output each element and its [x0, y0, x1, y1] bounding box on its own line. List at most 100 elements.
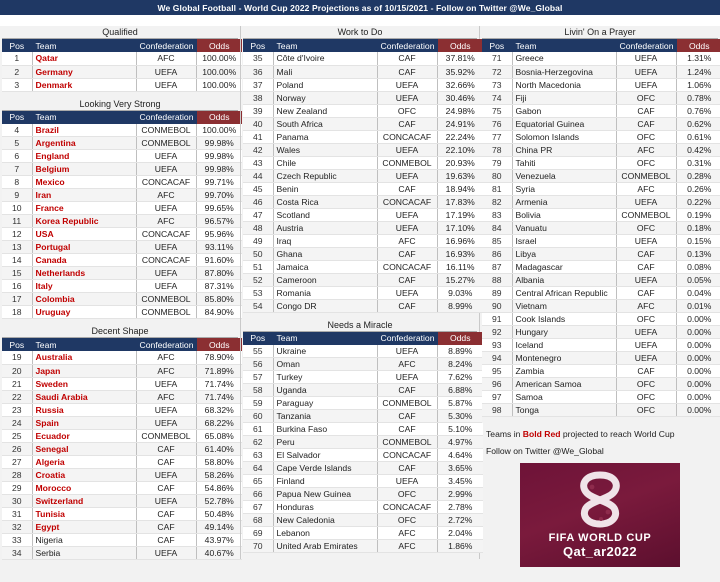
column-header-odds[interactable]: Odds: [196, 39, 242, 52]
table-row[interactable]: 25 Ecuador CONMEBOL 65.08%: [2, 429, 242, 443]
column-header-pos[interactable]: Pos: [482, 39, 513, 52]
table-row[interactable]: 13 Portugal UEFA 93.11%: [2, 240, 242, 254]
table-row[interactable]: 86 Libya CAF 0.13%: [482, 247, 720, 261]
table-row[interactable]: 54 Congo DR CAF 8.99%: [243, 299, 483, 313]
table-row[interactable]: 69 Lebanon AFC 2.04%: [243, 526, 483, 540]
column-header-team[interactable]: Team: [512, 39, 617, 52]
table-row[interactable]: 26 Senegal CAF 61.40%: [2, 442, 242, 456]
table-row[interactable]: 18 Uruguay CONMEBOL 84.90%: [2, 305, 242, 319]
table-row[interactable]: 90 Vietnam AFC 0.01%: [482, 299, 720, 313]
table-row[interactable]: 29 Morocco CAF 54.86%: [2, 481, 242, 495]
table-row[interactable]: 80 Venezuela CONMEBOL 0.28%: [482, 169, 720, 183]
table-row[interactable]: 95 Zambia CAF 0.00%: [482, 364, 720, 378]
table-row[interactable]: 5 Argentina CONMEBOL 99.98%: [2, 136, 242, 150]
column-header-pos[interactable]: Pos: [243, 39, 274, 52]
column-header-pos[interactable]: Pos: [243, 331, 274, 345]
table-row[interactable]: 59 Paraguay CONMEBOL 5.87%: [243, 396, 483, 410]
column-header-confederation[interactable]: Confederation: [616, 39, 677, 52]
table-row[interactable]: 38 Norway UEFA 30.46%: [243, 91, 483, 105]
table-row[interactable]: 78 China PR AFC 0.42%: [482, 143, 720, 157]
table-row[interactable]: 12 USA CONCACAF 95.96%: [2, 227, 242, 241]
table-row[interactable]: 42 Wales UEFA 22.10%: [243, 143, 483, 157]
table-row[interactable]: 9 Iran AFC 99.70%: [2, 188, 242, 202]
table-row[interactable]: 96 American Samoa OFC 0.00%: [482, 377, 720, 391]
table-row[interactable]: 32 Egypt CAF 49.14%: [2, 520, 242, 534]
table-row[interactable]: 16 Italy UEFA 87.31%: [2, 279, 242, 293]
column-header-confederation[interactable]: Confederation: [377, 331, 438, 345]
column-header-team[interactable]: Team: [32, 110, 137, 124]
table-row[interactable]: 2 Germany UEFA 100.00%: [2, 65, 242, 79]
table-row[interactable]: 74 Fiji OFC 0.78%: [482, 91, 720, 105]
table-row[interactable]: 49 Iraq AFC 16.96%: [243, 234, 483, 248]
table-row[interactable]: 37 Poland UEFA 32.66%: [243, 78, 483, 92]
table-row[interactable]: 71 Greece UEFA 1.31%: [482, 52, 720, 66]
table-row[interactable]: 11 Korea Republic AFC 96.57%: [2, 214, 242, 228]
table-row[interactable]: 4 Brazil CONMEBOL 100.00%: [2, 123, 242, 137]
column-header-team[interactable]: Team: [32, 338, 137, 351]
column-header-odds[interactable]: Odds: [196, 338, 242, 351]
table-row[interactable]: 82 Armenia UEFA 0.22%: [482, 195, 720, 209]
table-row[interactable]: 10 France UEFA 99.65%: [2, 201, 242, 215]
table-row[interactable]: 75 Gabon CAF 0.76%: [482, 104, 720, 118]
table-row[interactable]: 92 Hungary UEFA 0.00%: [482, 325, 720, 339]
table-row[interactable]: 7 Belgium UEFA 99.98%: [2, 162, 242, 176]
table-row[interactable]: 68 New Caledonia OFC 2.72%: [243, 513, 483, 527]
table-row[interactable]: 20 Japan AFC 71.89%: [2, 364, 242, 378]
table-row[interactable]: 23 Russia UEFA 68.32%: [2, 403, 242, 417]
table-row[interactable]: 24 Spain UEFA 68.22%: [2, 416, 242, 430]
column-header-odds[interactable]: Odds: [676, 39, 720, 52]
column-header-team[interactable]: Team: [273, 39, 378, 52]
column-header-confederation[interactable]: Confederation: [136, 39, 197, 52]
column-header-team[interactable]: Team: [32, 39, 137, 52]
table-row[interactable]: 91 Cook Islands OFC 0.00%: [482, 312, 720, 326]
table-row[interactable]: 60 Tanzania CAF 5.30%: [243, 409, 483, 423]
table-row[interactable]: 63 El Salvador CONCACAF 4.64%: [243, 448, 483, 462]
column-header-team[interactable]: Team: [273, 331, 378, 345]
table-row[interactable]: 73 North Macedonia UEFA 1.06%: [482, 78, 720, 92]
table-row[interactable]: 41 Panama CONCACAF 22.24%: [243, 130, 483, 144]
table-row[interactable]: 46 Costa Rica CONCACAF 17.83%: [243, 195, 483, 209]
table-row[interactable]: 17 Colombia CONMEBOL 85.80%: [2, 292, 242, 306]
table-row[interactable]: 48 Austria UEFA 17.10%: [243, 221, 483, 235]
table-row[interactable]: 79 Tahiti OFC 0.31%: [482, 156, 720, 170]
table-row[interactable]: 27 Algeria CAF 58.80%: [2, 455, 242, 469]
table-row[interactable]: 98 Tonga OFC 0.00%: [482, 403, 720, 417]
table-row[interactable]: 64 Cape Verde Islands CAF 3.65%: [243, 461, 483, 475]
table-row[interactable]: 3 Denmark UEFA 100.00%: [2, 78, 242, 92]
table-row[interactable]: 88 Albania UEFA 0.05%: [482, 273, 720, 287]
table-row[interactable]: 83 Bolivia CONMEBOL 0.19%: [482, 208, 720, 222]
table-row[interactable]: 67 Honduras CONCACAF 2.78%: [243, 500, 483, 514]
table-row[interactable]: 33 Nigeria CAF 43.97%: [2, 533, 242, 547]
table-row[interactable]: 76 Equatorial Guinea CAF 0.62%: [482, 117, 720, 131]
table-row[interactable]: 22 Saudi Arabia AFC 71.74%: [2, 390, 242, 404]
table-row[interactable]: 50 Ghana CAF 16.93%: [243, 247, 483, 261]
table-row[interactable]: 62 Peru CONMEBOL 4.97%: [243, 435, 483, 449]
table-row[interactable]: 47 Scotland UEFA 17.19%: [243, 208, 483, 222]
table-row[interactable]: 52 Cameroon CAF 15.27%: [243, 273, 483, 287]
table-row[interactable]: 45 Benin CAF 18.94%: [243, 182, 483, 196]
column-header-confederation[interactable]: Confederation: [136, 338, 197, 351]
column-header-pos[interactable]: Pos: [2, 39, 33, 52]
table-row[interactable]: 35 Côte d'Ivoire CAF 37.81%: [243, 52, 483, 66]
table-row[interactable]: 1 Qatar AFC 100.00%: [2, 52, 242, 66]
table-row[interactable]: 56 Oman AFC 8.24%: [243, 357, 483, 371]
table-row[interactable]: 6 England UEFA 99.98%: [2, 149, 242, 163]
column-header-confederation[interactable]: Confederation: [377, 39, 438, 52]
table-row[interactable]: 93 Iceland UEFA 0.00%: [482, 338, 720, 352]
table-row[interactable]: 39 New Zealand OFC 24.98%: [243, 104, 483, 118]
table-row[interactable]: 81 Syria AFC 0.26%: [482, 182, 720, 196]
table-row[interactable]: 94 Montenegro UEFA 0.00%: [482, 351, 720, 365]
table-row[interactable]: 97 Samoa OFC 0.00%: [482, 390, 720, 404]
table-row[interactable]: 53 Romania UEFA 9.03%: [243, 286, 483, 300]
table-row[interactable]: 15 Netherlands UEFA 87.80%: [2, 266, 242, 280]
table-row[interactable]: 14 Canada CONCACAF 91.60%: [2, 253, 242, 267]
table-row[interactable]: 87 Madagascar CAF 0.08%: [482, 260, 720, 274]
table-row[interactable]: 19 Australia AFC 78.90%: [2, 351, 242, 365]
table-row[interactable]: 77 Solomon Islands OFC 0.61%: [482, 130, 720, 144]
table-row[interactable]: 51 Jamaica CONCACAF 16.11%: [243, 260, 483, 274]
table-row[interactable]: 43 Chile CONMEBOL 20.93%: [243, 156, 483, 170]
table-row[interactable]: 70 United Arab Emirates AFC 1.86%: [243, 539, 483, 553]
table-row[interactable]: 21 Sweden UEFA 71.74%: [2, 377, 242, 391]
table-row[interactable]: 34 Serbia UEFA 40.67%: [2, 546, 242, 560]
table-row[interactable]: 58 Uganda CAF 6.88%: [243, 383, 483, 397]
